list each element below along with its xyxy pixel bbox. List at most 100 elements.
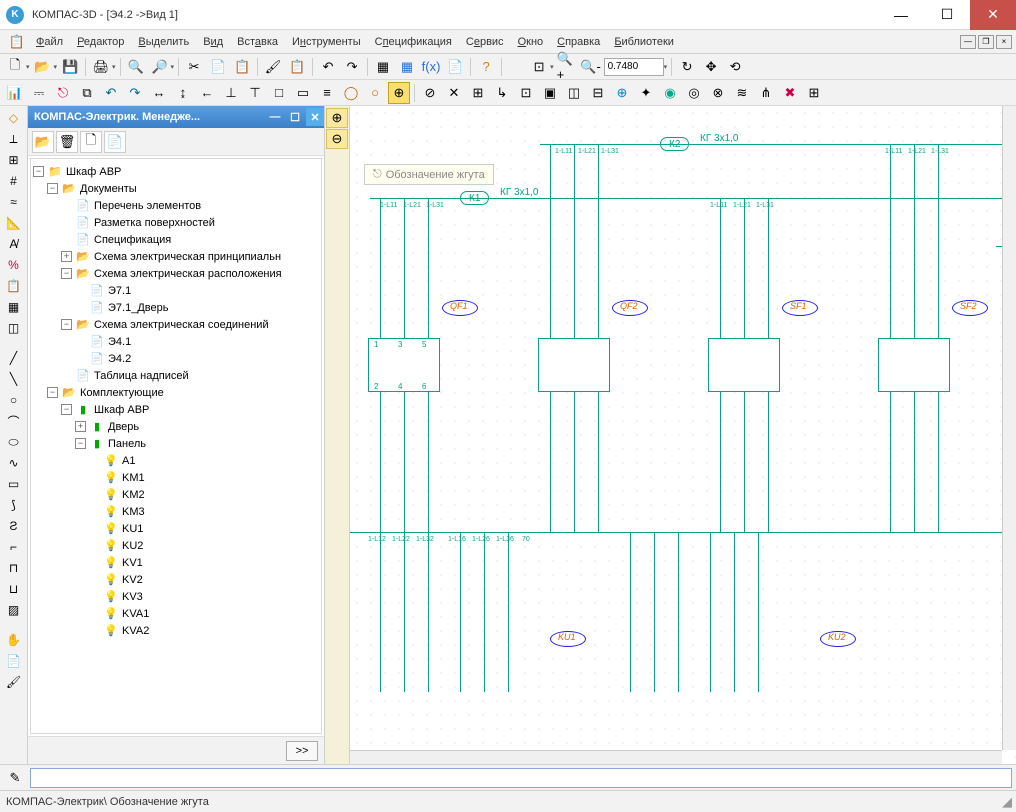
tree-item[interactable]: KM2 — [122, 489, 145, 501]
doc-icon[interactable]: 📄 — [444, 56, 466, 78]
tb-e31[interactable]: ⋔ — [755, 82, 777, 104]
preview-icon[interactable]: 🔍 — [125, 56, 147, 78]
lt-param-icon[interactable]: ≈ — [3, 192, 25, 212]
menu-view[interactable]: Вид — [197, 33, 229, 51]
panel-close-icon[interactable]: ✕ — [306, 108, 324, 126]
lt-seg-icon[interactable]: ╲ — [3, 369, 25, 389]
format-icon[interactable]: 🖌 — [262, 56, 284, 78]
tree-item[interactable]: Схема электрическая соединений — [94, 319, 269, 331]
paste-icon[interactable]: 📋 — [231, 56, 253, 78]
zoom-in-icon[interactable]: 🔍+ — [556, 56, 578, 78]
tb-e11[interactable]: ⊤ — [244, 82, 266, 104]
zoom-icon[interactable]: 🔎 — [149, 56, 171, 78]
tree-docs[interactable]: Документы — [80, 183, 137, 195]
pan-icon[interactable]: ✥ — [700, 56, 722, 78]
tree-item[interactable]: Панель — [108, 438, 146, 450]
tree-item[interactable]: Таблица надписей — [94, 370, 189, 382]
tb-e1[interactable]: 📊 — [4, 82, 26, 104]
tree-item[interactable]: Дверь — [108, 421, 139, 433]
tree-item[interactable]: KM1 — [122, 472, 145, 484]
tb-e10[interactable]: ⊥ — [220, 82, 242, 104]
tree-item[interactable]: Разметка поверхностей — [94, 217, 215, 229]
tb-e28[interactable]: ◎ — [683, 82, 705, 104]
copy-icon[interactable]: 📄 — [207, 56, 229, 78]
tb-e13[interactable]: ▭ — [292, 82, 314, 104]
panel-open-icon[interactable]: 📂 — [32, 131, 54, 153]
lt-tb3-icon[interactable]: ⌐ — [3, 537, 25, 557]
menu-help[interactable]: Справка — [551, 33, 606, 51]
lt-ins-icon[interactable]: ◫ — [3, 318, 25, 338]
zoom-out-icon[interactable]: 🔍- — [580, 56, 602, 78]
lt-hand-icon[interactable]: ✋ — [3, 630, 25, 650]
cut-icon[interactable]: ✂ — [183, 56, 205, 78]
tb-e9[interactable]: ← — [196, 82, 218, 104]
tb-e15[interactable]: ◯ — [340, 82, 362, 104]
tb-e22[interactable]: ▣ — [539, 82, 561, 104]
tree-item[interactable]: KVA2 — [122, 625, 149, 637]
tree-item[interactable]: Перечень элементов — [94, 200, 201, 212]
help-icon[interactable]: ? — [475, 56, 497, 78]
lt-meas-icon[interactable]: 📐 — [3, 213, 25, 233]
mdi-close-icon[interactable]: × — [996, 35, 1012, 49]
tb-e4[interactable]: ⧉ — [76, 82, 98, 104]
tree-item[interactable]: Схема электрическая принципиальн — [94, 251, 281, 263]
lt-tb5-icon[interactable]: ⊔ — [3, 579, 25, 599]
menu-window[interactable]: Окно — [512, 33, 550, 51]
lt-sel-icon[interactable]: A̸ — [3, 234, 25, 254]
menu-insert[interactable]: Вставка — [231, 33, 284, 51]
tb-e23[interactable]: ◫ — [563, 82, 585, 104]
tree-root[interactable]: Шкаф АВР — [66, 166, 121, 178]
tb-e14[interactable]: ≡ — [316, 82, 338, 104]
panel-copy-icon[interactable]: 📄 — [104, 131, 126, 153]
tb-e17[interactable]: ⊘ — [419, 82, 441, 104]
tb-e8[interactable]: ↨ — [172, 82, 194, 104]
menu-libs[interactable]: Библиотеки — [608, 33, 680, 51]
tb-e24[interactable]: ⊟ — [587, 82, 609, 104]
save-icon[interactable]: 💾 — [59, 56, 81, 78]
resize-grip-icon[interactable]: ◢ — [1002, 794, 1012, 810]
tb-e7[interactable]: ↔ — [148, 82, 170, 104]
tree-item[interactable]: Э7.1_Дверь — [108, 302, 168, 314]
panel-titlebar[interactable]: КОМПАС-Электрик. Менедже... — ☐ ✕ — [28, 106, 324, 128]
panel-delete-icon[interactable]: 🗑 — [56, 131, 78, 153]
tb-e18[interactable]: ✕ — [443, 82, 465, 104]
panel-minimize-icon[interactable]: — — [266, 108, 284, 126]
maximize-button[interactable]: ☐ — [924, 0, 970, 30]
lt-lib-icon[interactable]: ▦ — [3, 297, 25, 317]
tb-e21[interactable]: ⊡ — [515, 82, 537, 104]
props-icon[interactable]: 📋 — [286, 56, 308, 78]
menu-spec[interactable]: Спецификация — [369, 33, 458, 51]
tb-e33[interactable]: ⊞ — [803, 82, 825, 104]
lt-line-icon[interactable]: ╱ — [3, 348, 25, 368]
tb-e2[interactable]: ⎓ — [28, 82, 50, 104]
refresh-icon[interactable]: ↻ — [676, 56, 698, 78]
var-icon[interactable]: f(x) — [420, 56, 442, 78]
tree-item[interactable]: Схема электрическая расположения — [94, 268, 282, 280]
tree-item[interactable]: KM3 — [122, 506, 145, 518]
minimize-button[interactable]: — — [878, 0, 924, 30]
lt-geom-icon[interactable]: ◇ — [3, 108, 25, 128]
tb-e12[interactable]: □ — [268, 82, 290, 104]
lt-text-icon[interactable]: ⊞ — [3, 150, 25, 170]
print-icon[interactable]: 🖨 — [90, 56, 112, 78]
lt-arc-icon[interactable]: ⌒ — [3, 411, 25, 431]
tree-item[interactable]: Э4.1 — [108, 336, 131, 348]
lt-fill-icon[interactable]: ▨ — [3, 600, 25, 620]
lt-spec-icon[interactable]: % — [3, 255, 25, 275]
tb-e5[interactable]: ↶ — [100, 82, 122, 104]
tb-e29[interactable]: ⊗ — [707, 82, 729, 104]
mt-harness2-icon[interactable]: ⊖ — [326, 129, 348, 149]
new-icon[interactable]: 🗋 — [4, 56, 26, 78]
tb-e26[interactable]: ✦ — [635, 82, 657, 104]
tree-komp[interactable]: Комплектующие — [80, 387, 164, 399]
tb-e6[interactable]: ↷ — [124, 82, 146, 104]
command-input[interactable] — [30, 768, 1012, 788]
tree-item[interactable]: KVA1 — [122, 608, 149, 620]
open-icon[interactable]: 📂 — [32, 56, 54, 78]
tb-e20[interactable]: ↳ — [491, 82, 513, 104]
drawing-canvas[interactable]: ⎋ Обозначение жгута К2 КГ 3x1,0 К1 КГ 3x… — [350, 106, 1016, 764]
tb-e30[interactable]: ≋ — [731, 82, 753, 104]
tree-item[interactable]: KU2 — [122, 540, 143, 552]
tb-e32[interactable]: ✖ — [779, 82, 801, 104]
lt-tb4-icon[interactable]: ⊓ — [3, 558, 25, 578]
